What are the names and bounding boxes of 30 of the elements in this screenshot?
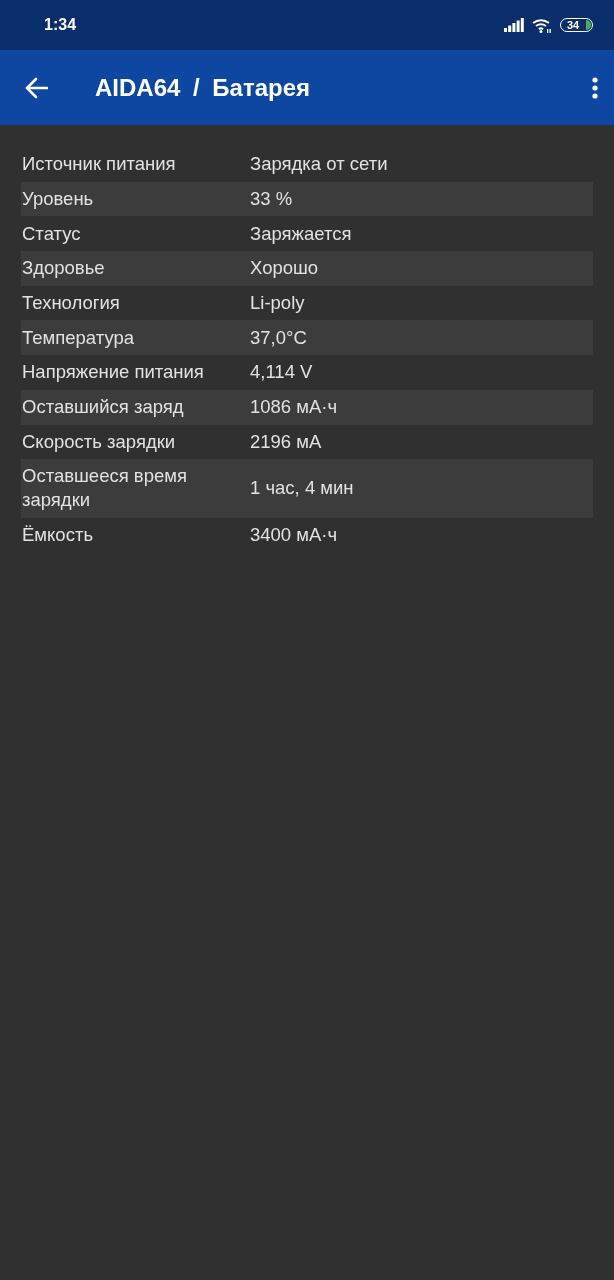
more-menu-icon: [592, 76, 598, 99]
property-label: Температура: [21, 325, 136, 350]
more-options-button[interactable]: [592, 76, 598, 99]
property-label: Скорость зарядки: [21, 429, 177, 454]
property-value: 37,0°C: [250, 325, 308, 350]
wifi-icon: [532, 17, 552, 33]
property-label: Технология: [21, 291, 121, 316]
property-value: 33 %: [250, 187, 294, 212]
property-value: 1 час, 4 мин: [250, 476, 355, 501]
property-value: Заряжается: [250, 221, 353, 246]
property-value: 2196 мА: [250, 429, 323, 454]
property-label: Здоровье: [21, 256, 106, 281]
property-label: Оставшееся время зарядки: [21, 464, 188, 513]
property-value: Li-poly: [250, 291, 306, 316]
property-label: Статус: [21, 221, 82, 246]
property-value: 1086 мА·ч: [250, 395, 339, 420]
property-label: Ёмкость: [21, 523, 95, 548]
property-label: Оставшийся заряд: [21, 395, 185, 420]
property-value: 4,114 V: [250, 360, 314, 385]
property-label: Уровень: [21, 187, 95, 212]
property-value: Зарядка от сети: [250, 152, 389, 177]
property-label: Источник питания: [21, 152, 177, 177]
status-time: 1:34: [44, 16, 77, 34]
signal-icon: [504, 18, 524, 32]
property-value: Хорошо: [250, 256, 320, 281]
property-label: Напряжение питания: [21, 360, 205, 385]
back-button[interactable]: [24, 76, 48, 99]
back-arrow-icon: [24, 76, 48, 99]
property-value: 3400 мА·ч: [250, 523, 339, 548]
app-bar-title: AIDA64 / Батарея: [95, 73, 311, 102]
